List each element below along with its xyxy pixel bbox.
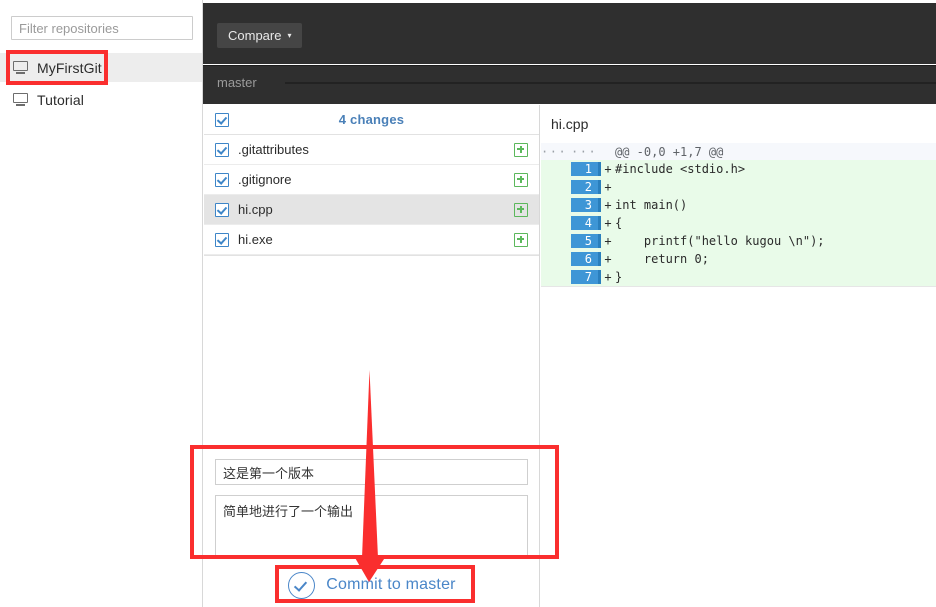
file-name-label: hi.exe <box>238 232 273 247</box>
commit-button-label: Commit to master <box>326 576 456 593</box>
compare-button-label: Compare <box>228 28 282 43</box>
branch-name-label: master <box>217 75 257 90</box>
diff-new-line-number: 5 <box>571 234 601 248</box>
chevron-down-icon: ▾ <box>287 30 292 40</box>
file-name-label: .gitignore <box>238 172 292 187</box>
diff-marker: + <box>604 234 612 248</box>
diff-new-line-number: 6 <box>571 252 601 266</box>
diff-marker: + <box>604 252 612 266</box>
diff-new-line-number: 2 <box>571 180 601 194</box>
file-row-hi-exe[interactable]: hi.exe <box>204 225 539 255</box>
repo-name-label: MyFirstGit <box>37 59 102 76</box>
diff-bottom-divider <box>541 286 936 287</box>
diff-marker: + <box>604 180 612 194</box>
toolbar: Compare ▾ <box>203 3 936 64</box>
diff-marker: + <box>604 216 612 230</box>
diff-line: 1 + #include <stdio.h> <box>541 160 936 178</box>
monitor-icon <box>13 61 28 74</box>
monitor-icon <box>13 93 28 106</box>
diff-new-line-number: 7 <box>571 270 601 284</box>
diff-marker: + <box>604 162 612 176</box>
sidebar-item-myfirstgit[interactable]: MyFirstGit <box>0 53 202 82</box>
diff-content: ··· ··· @@ -0,0 +1,7 @@ 1 + #include <st… <box>541 143 936 286</box>
file-row-gitattributes[interactable]: .gitattributes <box>204 135 539 165</box>
diff-marker: + <box>604 270 612 284</box>
diff-line-text: return 0; <box>615 252 709 266</box>
branch-timeline-divider <box>285 82 936 84</box>
file-list-divider <box>204 255 539 256</box>
diff-line-text: #include <stdio.h> <box>615 162 746 176</box>
file-checkbox[interactable] <box>215 172 229 187</box>
diff-file-title: hi.cpp <box>551 116 589 132</box>
file-added-plus-icon <box>514 232 528 247</box>
commit-description-input[interactable] <box>215 495 528 558</box>
file-row-hi-cpp[interactable]: hi.cpp <box>204 195 539 225</box>
diff-new-line-number: 1 <box>571 162 601 176</box>
file-checkbox[interactable] <box>215 232 229 247</box>
circle-check-icon <box>288 571 316 599</box>
diff-line: 5 + printf("hello kugou \n"); <box>541 232 936 250</box>
repo-name-label: Tutorial <box>37 91 84 108</box>
diff-hunk-header: ··· ··· @@ -0,0 +1,7 @@ <box>541 143 936 160</box>
diff-new-line-number: ··· <box>571 144 601 159</box>
diff-line-text: int main() <box>615 198 688 212</box>
diff-new-line-number: 4 <box>571 216 601 230</box>
file-name-label: .gitattributes <box>238 142 309 157</box>
changes-header: 4 changes <box>204 105 539 135</box>
filter-repositories-input[interactable] <box>11 16 193 40</box>
diff-line: 2 + <box>541 178 936 196</box>
commit-form: Commit to master <box>204 448 539 607</box>
commit-to-master-button[interactable]: Commit to master <box>272 568 472 602</box>
diff-line: 4 + { <box>541 214 936 232</box>
file-checkbox[interactable] <box>215 202 229 217</box>
diff-panel: hi.cpp ··· ··· @@ -0,0 +1,7 @@ 1 + #incl… <box>541 105 936 607</box>
diff-line: 7 + } <box>541 268 936 286</box>
diff-line: 3 + int main() <box>541 196 936 214</box>
changes-count-label: 4 changes <box>338 112 405 127</box>
diff-marker: + <box>604 198 612 212</box>
diff-line: 6 + return 0; <box>541 250 936 268</box>
sidebar-item-tutorial[interactable]: Tutorial <box>0 85 202 114</box>
diff-new-line-number: 3 <box>571 198 601 212</box>
file-checkbox[interactable] <box>215 142 229 157</box>
compare-button[interactable]: Compare ▾ <box>217 23 303 48</box>
diff-line-text: @@ -0,0 +1,7 @@ <box>615 144 724 159</box>
diff-line-text: } <box>615 270 623 284</box>
diff-line-text: { <box>615 216 623 230</box>
commit-summary-input[interactable] <box>215 459 528 485</box>
branch-bar: master <box>203 65 936 104</box>
file-added-plus-icon <box>514 142 528 157</box>
file-row-gitignore[interactable]: .gitignore <box>204 165 539 195</box>
diff-line-text: printf("hello kugou \n"); <box>615 234 825 248</box>
file-name-label: hi.cpp <box>238 202 273 217</box>
repository-sidebar: MyFirstGit Tutorial <box>0 0 203 607</box>
file-added-plus-icon <box>514 202 528 217</box>
diff-old-line-number: ··· <box>541 144 571 159</box>
file-added-plus-icon <box>514 172 528 187</box>
